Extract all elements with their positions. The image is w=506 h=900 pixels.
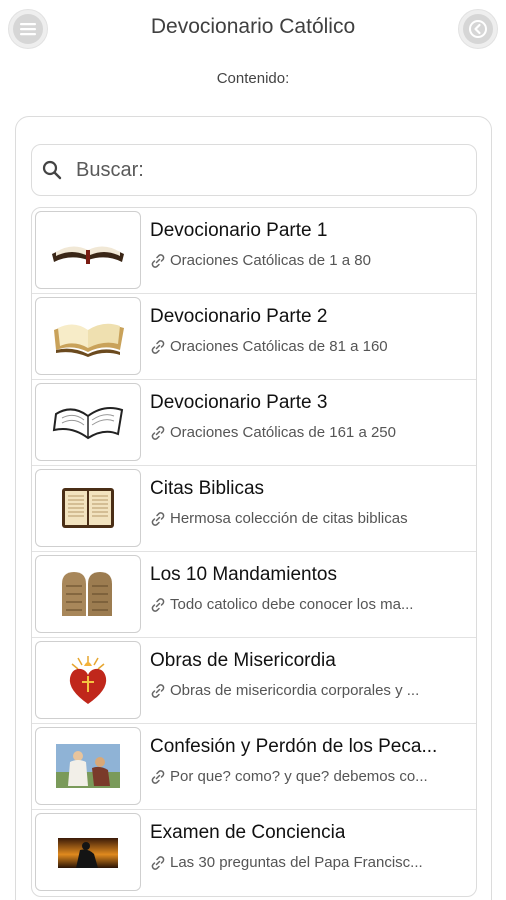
item-subtitle: Por que? como? y que? debemos co... [170,768,428,785]
list-item[interactable]: Citas Biblicas Hermosa colección de cita… [32,466,476,552]
item-subtitle: Hermosa colección de citas biblicas [170,510,408,527]
search-icon [42,160,62,180]
item-thumbnail [35,727,141,805]
item-title: Obras de Misericordia [150,650,336,671]
sacred-heart-icon [69,656,107,704]
item-subtitle: Obras de misericordia corporales y ... [170,682,420,699]
item-title: Los 10 Mandamientos [150,564,337,585]
item-thumbnail [35,211,141,289]
link-icon [151,425,165,440]
item-title: Citas Biblicas [150,478,265,499]
confession-scene-icon [56,744,120,788]
list-item[interactable]: Examen de Conciencia Las 30 preguntas de… [32,810,476,896]
link-icon [151,597,165,612]
search-bar[interactable] [31,144,477,196]
link-icon [151,855,165,870]
item-subtitle: Oraciones Católicas de 161 a 250 [170,424,396,441]
link-icon [151,683,165,698]
item-thumbnail [35,469,141,547]
list-item[interactable]: Obras de Misericordia Obras de misericor… [32,638,476,724]
item-title: Confesión y Perdón de los Peca... [150,736,438,757]
item-title: Devocionario Parte 3 [150,392,328,413]
list-item[interactable]: Devocionario Parte 1 Oraciones Católicas… [32,208,476,294]
item-thumbnail [35,813,141,891]
list-item[interactable]: Devocionario Parte 3 Oraciones Católicas… [32,380,476,466]
list-item[interactable]: Los 10 Mandamientos Todo catolico debe c… [32,552,476,638]
list-item[interactable]: Confesión y Perdón de los Peca... Por qu… [32,724,476,810]
item-title: Examen de Conciencia [150,822,346,843]
open-book-icon [54,323,124,357]
search-input[interactable] [74,157,458,183]
item-subtitle: Todo catolico debe conocer los ma... [170,596,414,613]
back-arrow-icon [469,20,487,38]
link-icon [151,769,165,784]
scripture-book-icon [62,488,114,528]
item-thumbnail [35,383,141,461]
content-card: Devocionario Parte 1 Oraciones Católicas… [15,116,492,900]
link-icon [151,253,165,268]
praying-silhouette-icon [58,838,118,868]
item-subtitle: Oraciones Católicas de 1 a 80 [170,252,371,269]
link-icon [151,511,165,526]
item-thumbnail [35,297,141,375]
open-book-icon [52,407,124,440]
content-list: Devocionario Parte 1 Oraciones Católicas… [31,207,477,897]
back-button[interactable] [458,9,498,49]
list-item[interactable]: Devocionario Parte 2 Oraciones Católicas… [32,294,476,380]
app-title: Devocionario Católico [150,15,356,38]
stone-tablets-icon [62,572,112,616]
item-thumbnail [35,555,141,633]
open-bible-icon [52,246,124,264]
app: Devocionario Católico Contenido: Buscar:… [0,0,506,900]
item-thumbnail [35,641,141,719]
item-title: Devocionario Parte 1 [150,220,328,241]
item-subtitle: Las 30 preguntas del Papa Francisc... [170,854,423,871]
section-subtitle: Contenido: [216,70,290,87]
item-title: Devocionario Parte 2 [150,306,328,327]
link-icon [151,339,165,354]
item-subtitle: Oraciones Católicas de 81 a 160 [170,338,388,355]
header: Devocionario Católico [0,0,506,58]
